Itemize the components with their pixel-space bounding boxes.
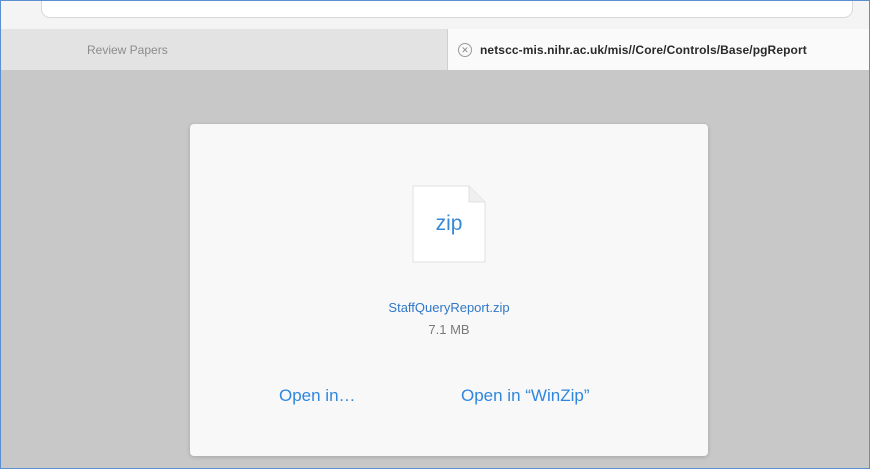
tab-active-report[interactable]: ✕ netscc-mis.nihr.ac.uk/mis//Core/Contro… [447, 29, 869, 70]
file-type-label: zip [435, 212, 463, 235]
tab-review-papers[interactable]: Review Papers [1, 29, 446, 70]
zip-file-icon: zip [411, 184, 487, 264]
browser-window: Review Papers ✕ netscc-mis.nihr.ac.uk/mi… [0, 0, 870, 469]
close-circle-icon[interactable]: ✕ [458, 42, 472, 57]
tab-bar: Review Papers ✕ netscc-mis.nihr.ac.uk/mi… [1, 29, 869, 71]
open-in-winzip-button[interactable]: Open in “WinZip” [461, 386, 589, 406]
address-bar[interactable] [41, 1, 853, 18]
tab-label: Review Papers [87, 42, 168, 57]
file-name: StaffQueryReport.zip [388, 300, 510, 315]
open-in-button[interactable]: Open in… [279, 386, 356, 406]
toolbar-strip [1, 1, 869, 29]
page-content: zip StaffQueryReport.zip 7.1 MB Open in…… [1, 71, 869, 468]
tab-label: netscc-mis.nihr.ac.uk/mis//Core/Controls… [480, 42, 807, 57]
download-sheet: zip StaffQueryReport.zip 7.1 MB Open in…… [190, 124, 708, 456]
file-size: 7.1 MB [428, 322, 470, 337]
